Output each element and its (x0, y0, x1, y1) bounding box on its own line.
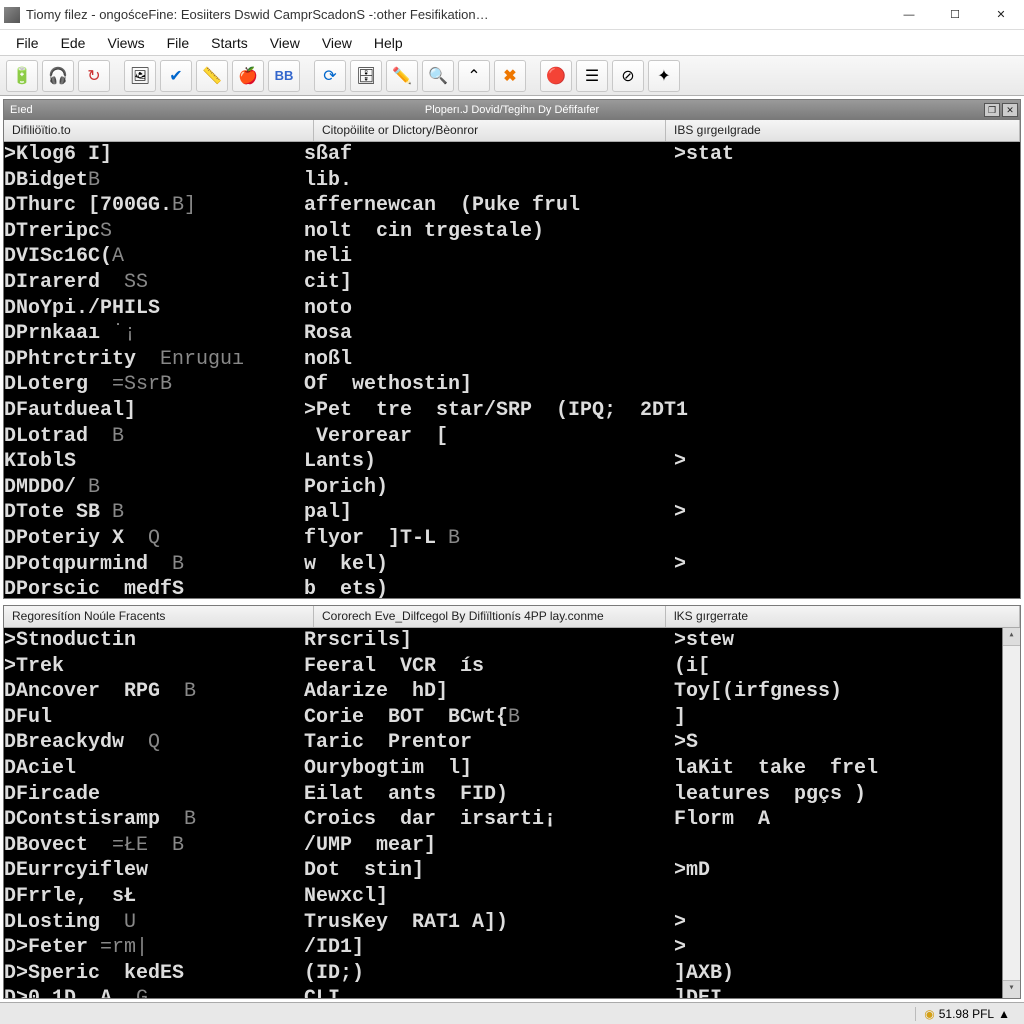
table-row[interactable]: DFulCorie BOT BCwt{B] (4, 705, 1020, 731)
pencil-icon[interactable]: ✏️ (386, 60, 418, 92)
table-row[interactable]: DTreripcSnolt cin trgestale) (4, 219, 1020, 245)
menu-view2[interactable]: View (312, 32, 362, 54)
table-row[interactable]: >Klog6 I]sßaf>stat (4, 142, 1020, 168)
table-row[interactable]: DNoYpi./PHILSnoto (4, 296, 1020, 322)
menu-help[interactable]: Help (364, 32, 413, 54)
minimize-button[interactable]: — (886, 0, 932, 30)
table-row[interactable]: DMDDO/ BPorich) (4, 475, 1020, 501)
table-row[interactable]: DLoterg =SsrBOf wethostin] (4, 372, 1020, 398)
bars-icon[interactable]: ☰ (576, 60, 608, 92)
table-row[interactable]: DAcielOurybogtim l]laKit take frel (4, 756, 1020, 782)
ball-icon[interactable]: 🔴 (540, 60, 572, 92)
maximize-button[interactable]: ☐ (932, 0, 978, 30)
menubar: File Ede Views File Starts View View Hel… (0, 30, 1024, 56)
menu-ede[interactable]: Ede (51, 32, 96, 54)
col-header-1[interactable]: Difiliöïtio.to (4, 120, 314, 141)
table-row[interactable]: DPorscic medfSb ets) (4, 577, 1020, 598)
close-button[interactable]: ✕ (978, 0, 1024, 30)
table-row[interactable]: D>Feter =rm|/ID1]> (4, 935, 1020, 961)
table-row[interactable]: DPotqpurmind Bw kel)> (4, 552, 1020, 578)
panel-bottom-content[interactable]: >StnoductinRrscrils]>stew>TrekFeeral VCR… (4, 628, 1020, 998)
panel-bottom-headers: Regoresítíon Noúle Fracents Cororech Eve… (4, 606, 1020, 628)
panel-top-headers: Difiliöïtio.to Citopöilite or Dlictory/B… (4, 120, 1020, 142)
menu-file2[interactable]: File (157, 32, 200, 54)
col-header-b1[interactable]: Regoresítíon Noúle Fracents (4, 606, 314, 627)
scroll-track[interactable] (1003, 646, 1020, 980)
table-row[interactable]: DThurc [700GG.B]affernewcan (Puke frul (4, 193, 1020, 219)
table-row[interactable]: DPrnkaaı ˙¡Rosa (4, 321, 1020, 347)
panel-top-titlebar[interactable]: Eıed Ploperı.J Dovid/Tegihn Dy Défifaıfe… (4, 100, 1020, 120)
table-row[interactable]: DBovect =ŁE B/UMP mear] (4, 833, 1020, 859)
panel-top: Eıed Ploperı.J Dovid/Tegihn Dy Défifaıfe… (3, 99, 1021, 599)
table-row[interactable]: >StnoductinRrscrils]>stew (4, 628, 1020, 654)
table-row[interactable]: DPhtrctrity Enruguınoßl (4, 347, 1020, 373)
panel-restore-icon[interactable]: ❐ (984, 103, 1000, 117)
table-row[interactable]: >TrekFeeral VCR ís(i[ (4, 654, 1020, 680)
table-row[interactable]: DEurrcyiflewDot stin]>mD (4, 858, 1020, 884)
archive-icon[interactable]: 🗄 (350, 60, 382, 92)
table-row[interactable]: D>0.1D A GCLI]DEI (4, 986, 1020, 998)
battery-icon[interactable]: 🔋 (6, 60, 38, 92)
star-icon[interactable]: ✦ (648, 60, 680, 92)
scrollbar[interactable]: ▴ ▾ (1002, 628, 1020, 998)
panel-top-content[interactable]: >Klog6 I]sßaf>statDBidgetBlib.DThurc [70… (4, 142, 1020, 598)
hanger-icon[interactable]: ⌃ (458, 60, 490, 92)
table-row[interactable]: DIrarerd SScit] (4, 270, 1020, 296)
status-segment: ◉ 51.98 PFL ▲ (915, 1007, 1018, 1021)
table-row[interactable]: DFautdueal]>Pet tre star/SRP (IPQ; 2DT1 (4, 398, 1020, 424)
scroll-down-icon[interactable]: ▾ (1003, 980, 1020, 998)
close-x-icon[interactable]: ✖ (494, 60, 526, 92)
check-icon[interactable]: ✔ (160, 60, 192, 92)
table-row[interactable]: D>Speric kedES(ID;)]AXB) (4, 961, 1020, 987)
table-row[interactable]: KIoblSLants)> (4, 449, 1020, 475)
table-row[interactable]: DAncover RPG BAdarize hD]Toy[(irfgness) (4, 679, 1020, 705)
window-title: Tiomy filez - ongośceFine: Eosiiters Dsw… (26, 7, 886, 22)
coin-icon: ◉ (924, 1007, 934, 1021)
titlebar: Tiomy filez - ongośceFine: Eosiiters Dsw… (0, 0, 1024, 30)
table-row[interactable]: DContstisramp BCroics dar irsarti¡Florm … (4, 807, 1020, 833)
table-row[interactable]: DPoteriy X Qflyor ]T-L B (4, 526, 1020, 552)
compass-icon[interactable]: ⊘ (612, 60, 644, 92)
menu-views[interactable]: Views (97, 32, 154, 54)
refresh-icon[interactable]: ↻ (78, 60, 110, 92)
table-row[interactable]: DBreackydw QTaric Prentor>S (4, 730, 1020, 756)
table-row[interactable]: DFircadeEilat ants FID)leatures pgçs ) (4, 782, 1020, 808)
col-header-b2[interactable]: Cororech Eve_Dilfcegol By Difiïltionís 4… (314, 606, 666, 627)
headphones-icon[interactable]: 🎧 (42, 60, 74, 92)
toolbar: 🔋 🎧 ↻ 🖼 ✔ 📏 🍎 BB ⟳ 🗄 ✏️ 🔍 ⌃ ✖ 🔴 ☰ ⊘ ✦ (0, 56, 1024, 96)
bb-icon[interactable]: BB (268, 60, 300, 92)
col-header-b3[interactable]: lKS gırgerrate (666, 606, 1020, 627)
ruler-icon[interactable]: 📏 (196, 60, 228, 92)
panel-top-title: Ploperı.J Dovid/Tegihn Dy Défifaıfer (425, 104, 599, 116)
sync-icon[interactable]: ⟳ (314, 60, 346, 92)
panel-top-tab[interactable]: Eıed (10, 104, 33, 116)
table-row[interactable]: DTote SB Bpal]> (4, 500, 1020, 526)
app-icon (4, 7, 20, 23)
table-row[interactable]: DVISc16C(Aneli (4, 244, 1020, 270)
magnify-icon[interactable]: 🔍 (422, 60, 454, 92)
status-arrow-icon: ▲ (998, 1007, 1010, 1021)
menu-starts[interactable]: Starts (201, 32, 258, 54)
table-row[interactable]: DBidgetBlib. (4, 168, 1020, 194)
col-header-2[interactable]: Citopöilite or Dlictory/Bèonror (314, 120, 666, 141)
table-row[interactable]: DFrrle, sŁNewxcl] (4, 884, 1020, 910)
statusbar: ◉ 51.98 PFL ▲ (0, 1002, 1024, 1024)
status-text: 51.98 PFL (939, 1007, 994, 1021)
image-icon[interactable]: 🖼 (124, 60, 156, 92)
scroll-up-icon[interactable]: ▴ (1003, 628, 1020, 646)
panel-close-icon[interactable]: ✕ (1002, 103, 1018, 117)
panel-bottom: Regoresítíon Noúle Fracents Cororech Eve… (3, 605, 1021, 999)
table-row[interactable]: DLotrad B Verorear [ (4, 424, 1020, 450)
col-header-3[interactable]: IBS gırgeılgrade (666, 120, 1020, 141)
menu-file[interactable]: File (6, 32, 49, 54)
apple-icon[interactable]: 🍎 (232, 60, 264, 92)
table-row[interactable]: DLosting UTrusKey RAT1 A])> (4, 910, 1020, 936)
menu-view[interactable]: View (260, 32, 310, 54)
